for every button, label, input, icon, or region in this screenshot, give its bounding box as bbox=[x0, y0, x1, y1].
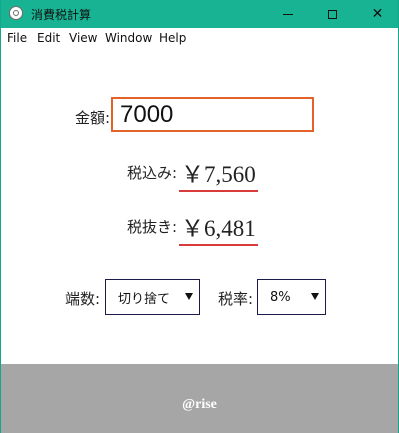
rate-label: 税率: bbox=[218, 290, 254, 308]
app-window: 消費税計算 ✕ File Edit View Window Help 金額: 税… bbox=[0, 0, 399, 433]
rounding-select-value: 切り捨て bbox=[118, 291, 171, 307]
rate-select-value: 8% bbox=[270, 289, 291, 305]
amount-label: 金額: bbox=[75, 109, 111, 127]
window-title: 消費税計算 bbox=[31, 8, 92, 22]
tax-included-label: 税込み: bbox=[127, 164, 178, 182]
tax-excluded-label: 税抜き: bbox=[127, 218, 178, 236]
chevron-down-icon bbox=[311, 293, 319, 300]
menu-file[interactable]: File bbox=[7, 31, 27, 45]
app-icon bbox=[9, 6, 23, 20]
menu-view[interactable]: View bbox=[69, 31, 97, 45]
amount-input[interactable] bbox=[111, 97, 314, 132]
footer: @rise bbox=[1, 364, 398, 433]
rounding-label: 端数: bbox=[65, 290, 101, 308]
maximize-icon bbox=[328, 9, 337, 19]
close-icon: ✕ bbox=[371, 6, 384, 22]
menu-bar: File Edit View Window Help bbox=[1, 28, 398, 48]
tax-included-value: ￥7,560 bbox=[179, 155, 258, 192]
footer-credit: @rise bbox=[182, 397, 217, 412]
rate-select[interactable]: 8% bbox=[257, 279, 326, 315]
minimize-icon bbox=[282, 13, 293, 15]
maximize-button[interactable] bbox=[310, 0, 355, 28]
menu-help[interactable]: Help bbox=[159, 31, 186, 45]
main-content: 金額: 税込み: ￥7,560 税抜き: ￥6,481 端数: 切り捨て 税率:… bbox=[1, 48, 398, 364]
tax-excluded-value: ￥6,481 bbox=[179, 209, 258, 246]
menu-window[interactable]: Window bbox=[105, 31, 152, 45]
close-button[interactable]: ✕ bbox=[355, 0, 399, 28]
title-bar[interactable]: 消費税計算 ✕ bbox=[1, 0, 398, 28]
chevron-down-icon bbox=[185, 293, 193, 300]
menu-edit[interactable]: Edit bbox=[37, 31, 60, 45]
rounding-select[interactable]: 切り捨て bbox=[105, 279, 200, 315]
minimize-button[interactable] bbox=[265, 0, 310, 28]
